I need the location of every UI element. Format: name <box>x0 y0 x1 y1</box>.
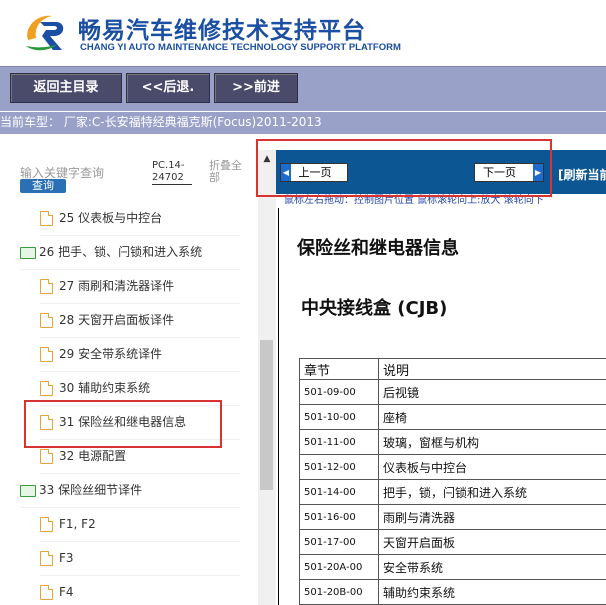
tree-item-label: 25 仪表板与中控台 <box>59 211 163 225</box>
tree-item-label: F4 <box>59 585 74 599</box>
back-button-label: <<后退. <box>141 80 195 95</box>
section-desc: 座椅 <box>378 404 606 430</box>
section-desc: 玻璃，窗框与机构 <box>378 429 606 455</box>
scroll-thumb[interactable] <box>260 340 273 490</box>
document-viewer: ◀ 上一页 下一页 ▶ [刷新当前 鼠标左右拖动：控制图片位置 鼠标滚轮向上:放… <box>276 150 606 605</box>
table-header-row: 章节 说明 <box>299 358 606 380</box>
section-table: 章节 说明 501-09-00 后视镜 501-10-00 座椅 501-11-00… <box>299 358 606 605</box>
selection-highlight <box>24 400 222 448</box>
section-desc: 后视镜 <box>378 379 606 405</box>
tree-item[interactable]: 25 仪表板与中控台 <box>40 202 240 236</box>
section-code: 501-14-00 <box>299 479 379 505</box>
sidebar: 输入关键字查询 查询 PC.14-24702 折叠全部 25 仪表板与中控台 2… <box>0 134 258 605</box>
section-code: 501-20B-00 <box>299 579 379 605</box>
current-car-model: 当前车型： 厂家:C-长安福特经典福克斯(Focus)2011-2013 <box>0 112 606 134</box>
tree-item-label: 27 雨刷和清洗器译件 <box>59 279 175 293</box>
header: 畅易汽车维修技术支持平台 CHANG YI AUTO MAINTENANCE T… <box>0 0 606 66</box>
document-icon <box>40 313 53 328</box>
section-desc: 把手，锁，闩锁和进入系统 <box>378 479 606 505</box>
forward-button-label: >>前进 <box>232 80 280 95</box>
document-title: 保险丝和继电器信息 <box>297 238 459 259</box>
collapse-all-button[interactable]: 折叠全部 <box>209 160 249 184</box>
tree-item-label: 33 保险丝细节译件 <box>39 483 143 497</box>
section-code: 501-09-00 <box>299 379 379 405</box>
home-button[interactable]: 返回主目录 <box>10 73 122 103</box>
page-buttons-highlight <box>256 139 552 197</box>
tree-item[interactable]: F4 <box>40 576 240 605</box>
table-row: 501-17-00 天窗开启面板 <box>299 529 606 555</box>
section-code: 501-10-00 <box>299 404 379 430</box>
tree-item[interactable]: 27 雨刷和清洗器译件 <box>40 270 240 304</box>
section-code: 501-16-00 <box>299 504 379 530</box>
document-icon <box>40 517 53 532</box>
document-icon <box>40 449 53 464</box>
tree-item-label: F3 <box>59 551 74 565</box>
table-row: 501-10-00 座椅 <box>299 404 606 430</box>
document-icon <box>40 585 53 600</box>
nav-bar: 返回主目录 <<后退. >>前进 <box>0 66 606 111</box>
section-desc: 天窗开启面板 <box>378 529 606 555</box>
search-button[interactable]: 查询 <box>20 179 66 193</box>
section-desc: 仪表板与中控台 <box>378 454 606 480</box>
table-row: 501-12-00 仪表板与中控台 <box>299 454 606 480</box>
section-code: 501-20A-00 <box>299 554 379 580</box>
brand-subtitle: CHANG YI AUTO MAINTENANCE TECHNOLOGY SUP… <box>80 42 401 53</box>
sidebar-scrollbar[interactable]: ▲ <box>258 150 276 605</box>
tree-folder[interactable]: 33 保险丝细节译件 <box>20 474 240 508</box>
brand-title: 畅易汽车维修技术支持平台 <box>78 18 366 44</box>
table-row: 501-20B-00 辅助约束系统 <box>299 579 606 605</box>
tree-folder[interactable]: 26 把手、锁、闩锁和进入系统 <box>20 236 240 270</box>
document-subtitle: 中央接线盒 (CJB) <box>301 298 448 319</box>
tree-item[interactable]: 29 安全带系统译件 <box>40 338 240 372</box>
tree-item-label: 28 天窗开启面板译件 <box>59 313 175 327</box>
table-row: 501-11-00 玻璃，窗框与机构 <box>299 429 606 455</box>
chang-yi-logo-icon <box>26 15 64 51</box>
tree-item[interactable]: 28 天窗开启面板译件 <box>40 304 240 338</box>
home-button-label: 返回主目录 <box>33 80 99 95</box>
document-icon <box>40 551 53 566</box>
column-header: 说明 <box>378 358 606 380</box>
folder-open-icon <box>20 484 36 497</box>
section-code: 501-12-00 <box>299 454 379 480</box>
tree-item[interactable]: F1, F2 <box>40 508 240 542</box>
table-row: 501-14-00 把手，锁，闩锁和进入系统 <box>299 479 606 505</box>
document-icon <box>40 211 53 226</box>
document-page[interactable]: 保险丝和继电器信息 中央接线盒 (CJB) 章节 说明 501-09-00 后视镜… <box>278 208 606 605</box>
refresh-link[interactable]: [刷新当前 <box>558 166 606 183</box>
document-icon <box>40 347 53 362</box>
section-desc: 雨刷与清洗器 <box>378 504 606 530</box>
section-code: 501-11-00 <box>299 429 379 455</box>
section-desc: 安全带系统 <box>378 554 606 580</box>
folder-icon <box>20 246 36 259</box>
table-row: 501-16-00 雨刷与清洗器 <box>299 504 606 530</box>
column-header: 章节 <box>299 358 379 380</box>
document-icon <box>40 381 53 396</box>
back-button[interactable]: <<后退. <box>126 73 210 103</box>
tree-item[interactable]: F3 <box>40 542 240 576</box>
tree-item-label: F1, F2 <box>59 517 96 531</box>
tree-item-label: 30 辅助约束系统 <box>59 381 151 395</box>
table-row: 501-20A-00 安全带系统 <box>299 554 606 580</box>
section-desc: 辅助约束系统 <box>378 579 606 605</box>
forward-button[interactable]: >>前进 <box>214 73 298 103</box>
tree-item-label: 32 电源配置 <box>59 449 127 463</box>
pc-code: PC.14-24702 <box>152 160 192 185</box>
tree-item-label: 29 安全带系统译件 <box>59 347 163 361</box>
section-code: 501-17-00 <box>299 529 379 555</box>
table-row: 501-09-00 后视镜 <box>299 379 606 405</box>
document-icon <box>40 279 53 294</box>
tree-item-label: 26 把手、锁、闩锁和进入系统 <box>39 245 203 259</box>
